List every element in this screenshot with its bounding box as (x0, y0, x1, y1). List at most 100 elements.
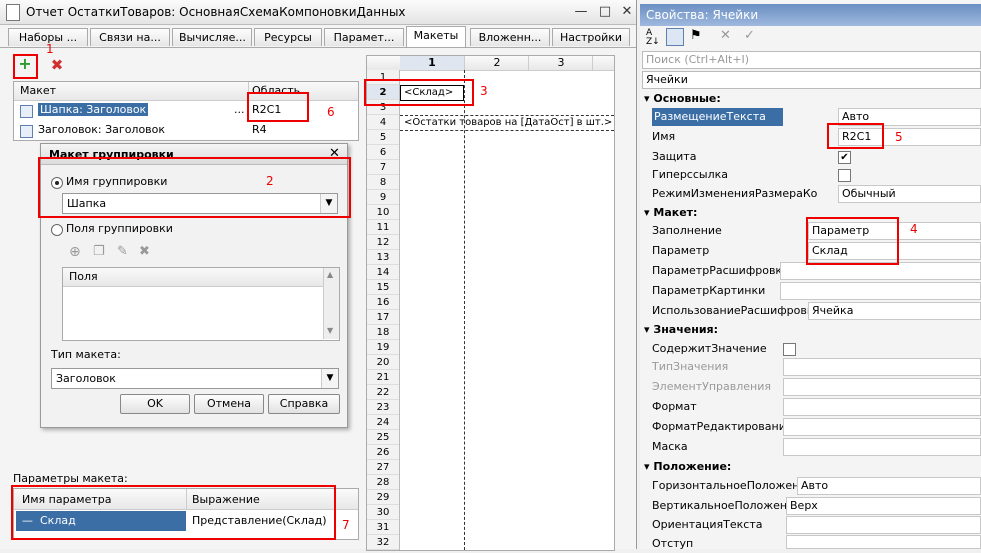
cell-stock-title[interactable]: <Остатки товаров на [ДатаОст] в шт.> (404, 117, 612, 128)
properties-panel: Свойства: Ячейки A Z↓ ⚑ ✕ ✓ Поиск (Ctrl+A… (640, 0, 981, 550)
ellipsis-button[interactable]: ... (234, 103, 245, 116)
copy-field-icon: ❐ (93, 244, 105, 259)
group-basic[interactable]: ▾ Основные: (644, 91, 721, 107)
prop-picture-param-value[interactable] (780, 282, 981, 300)
cancel-icon[interactable]: ✕ (720, 28, 731, 43)
prop-detail-usage-value[interactable]: Ячейка (808, 302, 981, 320)
tab-layouts[interactable]: Макеты (406, 26, 466, 47)
group-position[interactable]: ▾ Положение: (644, 459, 731, 475)
fields-table-header: Поля (63, 268, 323, 287)
row-header[interactable]: 7 (367, 160, 399, 175)
prop-contains-value-checkbox[interactable] (783, 343, 796, 356)
prop-protection-checkbox[interactable]: ✔ (838, 151, 851, 164)
prop-format-value[interactable] (783, 398, 981, 416)
minimize-icon[interactable]: — (572, 3, 590, 21)
group-fields-radio[interactable] (51, 224, 63, 236)
group-layout[interactable]: ▾ Макет: (644, 205, 697, 221)
row-header[interactable]: 4 (367, 115, 399, 130)
row-header[interactable]: 21 (367, 370, 399, 385)
layout-name[interactable]: Заголовок: Заголовок (38, 123, 165, 136)
tab-settings[interactable]: Настройки (552, 28, 630, 46)
prop-mask-value[interactable] (783, 438, 981, 456)
group-values[interactable]: ▾ Значения: (644, 322, 718, 338)
tab-resources[interactable]: Ресурсы (254, 28, 322, 46)
row-header[interactable]: 24 (367, 415, 399, 430)
prop-protection-label: Защита (652, 150, 697, 163)
spreadsheet[interactable]: 1 2 3 1 2 3 4 5 6 7 8 9 10 11 12 13 14 15 16 17 18 19 20 21 2… (366, 55, 615, 551)
scrollbar[interactable]: ▲ ▼ (323, 268, 339, 339)
prop-text-placement-label[interactable]: РазмещениеТекста (652, 108, 783, 126)
tab-links[interactable]: Связи на... (90, 28, 170, 46)
row-header[interactable]: 20 (367, 355, 399, 370)
object-selector[interactable]: Ячейки (642, 71, 981, 89)
tab-parameters[interactable]: Парамет... (324, 28, 404, 46)
row-header[interactable]: 25 (367, 430, 399, 445)
maximize-icon[interactable]: □ (596, 3, 614, 21)
check-icon[interactable]: ✓ (744, 28, 755, 43)
row-header[interactable]: 28 (367, 475, 399, 490)
prop-v-align-value[interactable]: Верх (786, 497, 981, 515)
table-row[interactable]: Заголовок: Заголовок R4 (14, 121, 358, 140)
row-header[interactable]: 11 (367, 220, 399, 235)
row-header[interactable]: 29 (367, 490, 399, 505)
column-header-fields[interactable]: Поля (69, 270, 98, 283)
tab-nested[interactable]: Вложенн... (470, 28, 550, 46)
row-header[interactable]: 5 (367, 130, 399, 145)
delete-icon[interactable]: ✖ (49, 56, 65, 74)
row-header[interactable]: 27 (367, 460, 399, 475)
row-header[interactable]: 8 (367, 175, 399, 190)
column-header-layout[interactable]: Макет (20, 84, 56, 97)
row-header[interactable]: 10 (367, 205, 399, 220)
row-header[interactable]: 26 (367, 445, 399, 460)
scroll-up-icon[interactable]: ▲ (327, 270, 333, 279)
tab-calculated[interactable]: Вычисляе... (172, 28, 252, 46)
row-header[interactable]: 14 (367, 265, 399, 280)
row-header[interactable]: 12 (367, 235, 399, 250)
chevron-down-icon[interactable]: ▼ (321, 369, 338, 388)
prop-h-align-value[interactable]: Авто (797, 477, 981, 495)
row-header[interactable]: 6 (367, 145, 399, 160)
layout-name-selected[interactable]: Шапка: Заголовок (38, 103, 149, 116)
annotation-box-6 (247, 92, 309, 122)
layout-type-value: Заголовок (56, 372, 116, 385)
categories-icon[interactable] (666, 28, 684, 46)
cancel-button[interactable]: Отмена (194, 394, 264, 414)
triangle-down-icon: ▾ (644, 323, 650, 336)
row-header[interactable]: 16 (367, 295, 399, 310)
row-header[interactable]: 15 (367, 280, 399, 295)
col-header-2[interactable]: 2 (464, 56, 529, 70)
row-header-column: 1 2 3 4 5 6 7 8 9 10 11 12 13 14 15 16 17 18 19 20 21 22 23 24 2… (367, 70, 400, 550)
search-input[interactable]: Поиск (Ctrl+Alt+I) (642, 51, 981, 69)
prop-hyperlink-checkbox[interactable] (838, 169, 851, 182)
row-header[interactable]: 17 (367, 310, 399, 325)
prop-resize-mode-value[interactable]: Обычный (838, 185, 981, 203)
filter-icon[interactable]: ⚑ (690, 28, 702, 43)
prop-control-value[interactable] (783, 378, 981, 396)
annotation-3: 3 (480, 84, 488, 98)
prop-indent-value[interactable] (786, 535, 981, 549)
row-header[interactable]: 31 (367, 520, 399, 535)
row-header[interactable]: 23 (367, 400, 399, 415)
row-header[interactable]: 19 (367, 340, 399, 355)
row-header[interactable]: 9 (367, 190, 399, 205)
row-header[interactable]: 13 (367, 250, 399, 265)
scroll-down-icon[interactable]: ▼ (327, 326, 333, 335)
col-header-1[interactable]: 1 (400, 56, 464, 70)
row-header[interactable]: 22 (367, 385, 399, 400)
col-header-3[interactable]: 3 (528, 56, 593, 70)
close-icon[interactable]: ✕ (618, 3, 636, 21)
row-header[interactable]: 18 (367, 325, 399, 340)
layout-type-combo[interactable]: Заголовок ▼ (51, 368, 339, 389)
properties-title: Свойства: Ячейки (640, 4, 981, 26)
layout-area[interactable]: R4 (252, 123, 267, 136)
delete-field-icon: ✖ (139, 244, 150, 259)
sort-az-icon[interactable]: A Z↓ (646, 29, 660, 47)
row-header[interactable]: 32 (367, 535, 399, 550)
annotation-box-4 (806, 217, 899, 265)
help-button[interactable]: Справка (268, 394, 340, 414)
row-header[interactable]: 30 (367, 505, 399, 520)
prop-value-type-value[interactable] (783, 358, 981, 376)
ok-button[interactable]: OK (120, 394, 190, 414)
prop-orientation-value[interactable] (786, 516, 981, 534)
prop-edit-format-value[interactable] (783, 418, 981, 436)
